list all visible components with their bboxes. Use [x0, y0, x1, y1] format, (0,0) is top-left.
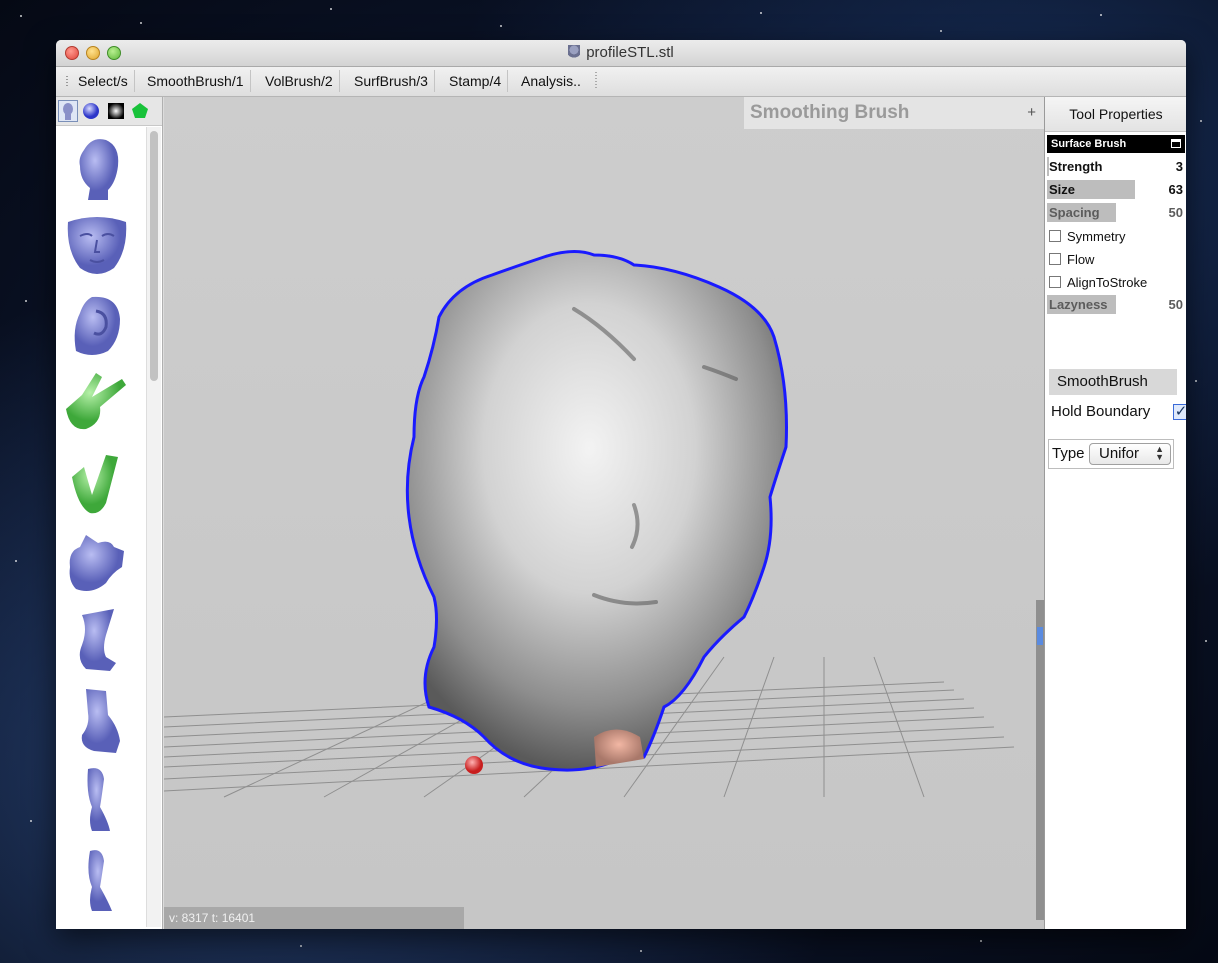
- vol-brush-button[interactable]: VolBrush/2: [259, 70, 340, 92]
- document-icon: [568, 45, 581, 59]
- spacing-label: Spacing: [1049, 205, 1100, 220]
- mesh-stats-status: v: 8317 t: 16401: [164, 907, 464, 929]
- spacing-slider[interactable]: Spacing 50: [1047, 203, 1185, 222]
- viewport-scroll-marker[interactable]: [1037, 627, 1043, 645]
- strength-value: 3: [1175, 159, 1183, 174]
- smooth-brush-settings-button[interactable]: SmoothBrush: [1049, 369, 1177, 395]
- size-slider[interactable]: Size 63: [1047, 180, 1185, 199]
- symmetry-checkbox[interactable]: [1049, 230, 1061, 242]
- library-item-face[interactable]: [62, 210, 132, 280]
- library-item-ear[interactable]: [62, 289, 132, 359]
- library-item-head[interactable]: [62, 132, 132, 202]
- symmetry-label: Symmetry: [1067, 229, 1126, 244]
- hud-expand-button[interactable]: +: [1027, 104, 1036, 121]
- surface-brush-section: Surface Brush: [1047, 135, 1185, 153]
- analysis-button[interactable]: Analysis..: [515, 70, 587, 92]
- hold-boundary-row[interactable]: Hold Boundary ✓: [1051, 403, 1186, 427]
- align-to-stroke-checkbox-row[interactable]: AlignToStroke: [1047, 273, 1185, 292]
- flow-checkbox[interactable]: [1049, 253, 1061, 265]
- hold-boundary-checkbox[interactable]: ✓: [1173, 404, 1186, 420]
- flow-checkbox-row[interactable]: Flow: [1047, 250, 1185, 269]
- library-tabs: [56, 97, 162, 126]
- type-row: Type Unifor ▲ ▼: [1048, 439, 1174, 469]
- stamp-button[interactable]: Stamp/4: [443, 70, 509, 92]
- active-tool-title: Smoothing Brush: [750, 102, 910, 123]
- strength-slider[interactable]: Strength 3: [1047, 157, 1185, 176]
- 3d-viewport[interactable]: Smoothing Brush + v: 8317 t: 16401: [164, 97, 1044, 929]
- library-item-leg-2[interactable]: [62, 685, 132, 755]
- tool-properties-header: Tool Properties: [1045, 97, 1186, 132]
- type-select-value: Unifor: [1099, 445, 1140, 462]
- symmetry-checkbox-row[interactable]: Symmetry: [1047, 227, 1185, 246]
- type-label: Type: [1052, 445, 1085, 462]
- window-title: profileSTL.stl: [56, 44, 1186, 61]
- size-value: 63: [1168, 182, 1183, 197]
- app-window: profileSTL.stl Select/s SmoothBrush/1 Vo…: [56, 40, 1186, 929]
- surface-brush-section-title: Surface Brush: [1051, 138, 1127, 150]
- surf-brush-button[interactable]: SurfBrush/3: [348, 70, 435, 92]
- library-scroll-thumb[interactable]: [150, 131, 158, 381]
- stepper-arrows-icon: ▲ ▼: [1155, 444, 1164, 462]
- head-mesh: [405, 250, 788, 772]
- align-to-stroke-label: AlignToStroke: [1067, 275, 1148, 290]
- sphere-tab-icon[interactable]: [81, 100, 101, 122]
- gradient-tab-icon[interactable]: [106, 100, 126, 122]
- library-item-foot[interactable]: [62, 765, 132, 835]
- library-item-arm[interactable]: [62, 447, 132, 517]
- flow-label: Flow: [1067, 252, 1095, 267]
- library-item-hand[interactable]: [62, 367, 132, 437]
- lazyness-value: 50: [1168, 297, 1183, 312]
- pentagon-tab-icon[interactable]: [130, 100, 150, 122]
- lazyness-label: Lazyness: [1049, 297, 1108, 312]
- strength-label: Strength: [1049, 159, 1103, 174]
- align-to-stroke-checkbox[interactable]: [1049, 276, 1061, 288]
- library-item-blob[interactable]: [62, 527, 132, 597]
- active-tool-hud: Smoothing Brush +: [744, 97, 1044, 129]
- spacing-value: 50: [1168, 205, 1183, 220]
- library-item-foot-2[interactable]: [62, 845, 132, 915]
- viewport-scrollbar[interactable]: [1036, 600, 1044, 920]
- neck-patch: [594, 729, 644, 767]
- mesh-library-panel: [56, 97, 163, 929]
- hold-boundary-label: Hold Boundary: [1051, 403, 1151, 420]
- select-tool-button[interactable]: Select/s: [72, 70, 135, 92]
- smooth-brush-button[interactable]: SmoothBrush/1: [141, 70, 251, 92]
- library-item-leg[interactable]: [62, 605, 132, 675]
- lazyness-slider[interactable]: Lazyness 50: [1047, 295, 1185, 314]
- tool-properties-panel: Tool Properties Surface Brush Strength 3…: [1044, 97, 1186, 929]
- tool-toolbar: Select/s SmoothBrush/1 VolBrush/2 SurfBr…: [56, 67, 1186, 97]
- toolbar-overflow-icon[interactable]: [595, 72, 597, 90]
- size-label: Size: [1049, 182, 1076, 197]
- title-bar: profileSTL.stl: [56, 40, 1186, 67]
- mesh-library-tab-icon[interactable]: [58, 100, 78, 122]
- section-minimize-icon[interactable]: [1171, 139, 1181, 148]
- scene-canvas[interactable]: [164, 97, 1044, 929]
- type-select[interactable]: Unifor ▲ ▼: [1089, 443, 1171, 465]
- light-source-ball: [465, 756, 483, 774]
- library-scrollbar[interactable]: [146, 127, 161, 927]
- toolbar-grip-icon[interactable]: [66, 76, 68, 88]
